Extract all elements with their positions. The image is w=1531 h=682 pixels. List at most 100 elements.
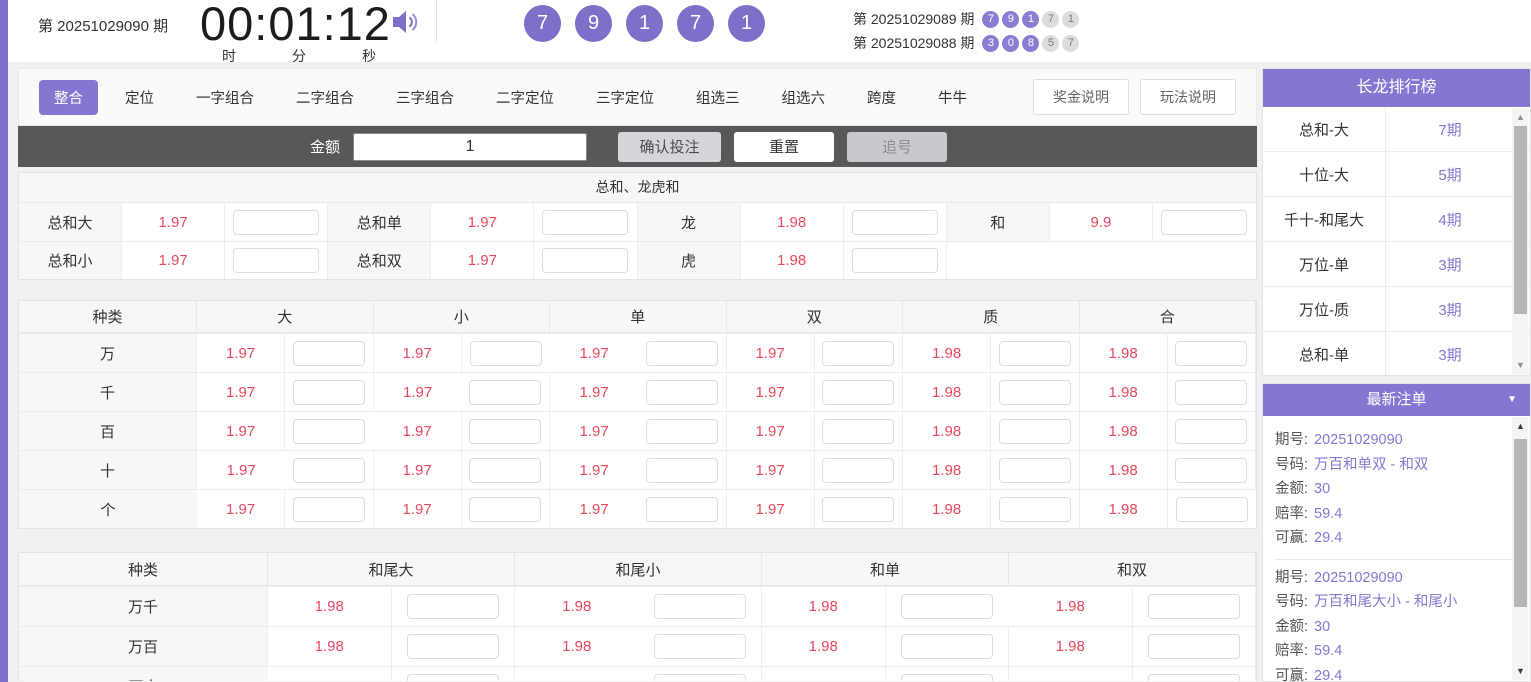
bet-input[interactable] xyxy=(233,248,319,273)
tab-4[interactable]: 三字组合 xyxy=(381,80,469,115)
bet-input[interactable] xyxy=(654,594,746,619)
bet-input[interactable] xyxy=(901,594,993,619)
bet-input[interactable] xyxy=(822,380,894,405)
bet-input[interactable] xyxy=(1161,210,1247,235)
dragon-list: 总和-大7期十位-大5期千十-和尾大4期万位-单3期万位-质3期总和-单3期 xyxy=(1263,107,1530,376)
dragon-panel-title: 长龙排行榜 xyxy=(1263,69,1530,107)
odds-value: 1.97 xyxy=(197,411,285,450)
odds-value: 1.98 xyxy=(268,586,392,626)
scroll-up-icon[interactable]: ▲ xyxy=(1512,421,1529,431)
bet-input[interactable] xyxy=(822,458,894,483)
order-field-value: 30 xyxy=(1314,619,1330,635)
bet-input[interactable] xyxy=(1148,594,1240,619)
reset-button[interactable]: 重置 xyxy=(734,132,834,162)
bet-input[interactable] xyxy=(407,594,499,619)
speaker-icon[interactable] xyxy=(392,9,420,35)
tab-1[interactable]: 定位 xyxy=(110,80,169,115)
odds-value: 1.98 xyxy=(741,241,844,279)
bet-input[interactable] xyxy=(646,419,718,444)
bet-input[interactable] xyxy=(646,458,718,483)
odds-value: 1.98 xyxy=(903,489,991,528)
bet-input-cell xyxy=(886,666,1010,681)
amount-input[interactable] xyxy=(353,133,587,161)
bet-input[interactable] xyxy=(999,458,1071,483)
odds-value: 1.97 xyxy=(374,333,462,372)
bet-input[interactable] xyxy=(1176,497,1248,522)
bet-input[interactable] xyxy=(646,497,718,522)
tab-9[interactable]: 跨度 xyxy=(852,80,911,115)
confirm-bet-button[interactable]: 确认投注 xyxy=(618,132,721,162)
rules-info-button[interactable]: 玩法说明 xyxy=(1140,79,1236,115)
bet-input[interactable] xyxy=(1175,380,1247,405)
prize-info-button[interactable]: 奖金说明 xyxy=(1033,79,1129,115)
odds-value: 1.98 xyxy=(762,666,886,681)
tab-8[interactable]: 组选六 xyxy=(767,80,841,115)
chase-number-button[interactable]: 追号 xyxy=(847,132,947,162)
bet-input[interactable] xyxy=(999,497,1071,522)
bet-input[interactable] xyxy=(646,380,718,405)
tab-2[interactable]: 一字组合 xyxy=(181,80,269,115)
bet-input[interactable] xyxy=(646,341,718,366)
tab-10[interactable]: 牛牛 xyxy=(923,80,982,115)
tab-7[interactable]: 组选三 xyxy=(681,80,755,115)
bet-input[interactable] xyxy=(1148,674,1240,681)
bet-input[interactable] xyxy=(542,210,628,235)
bet-input[interactable] xyxy=(293,380,365,405)
bet-input[interactable] xyxy=(469,419,541,444)
bet-input[interactable] xyxy=(469,380,541,405)
bet-input[interactable] xyxy=(999,419,1071,444)
bet-input[interactable] xyxy=(1175,419,1247,444)
tab-3[interactable]: 二字组合 xyxy=(281,80,369,115)
bet-input-cell xyxy=(844,241,947,279)
dragon-count: 4期 xyxy=(1386,197,1530,241)
scrollbar-thumb[interactable] xyxy=(1514,126,1527,314)
bet-input[interactable] xyxy=(469,458,541,483)
history-ball: 7 xyxy=(1062,35,1079,52)
tab-0[interactable]: 整合 xyxy=(39,80,98,115)
tab-5[interactable]: 二字定位 xyxy=(481,80,569,115)
bet-input[interactable] xyxy=(1175,458,1247,483)
bet-input-cell xyxy=(285,411,373,450)
bet-input[interactable] xyxy=(542,248,628,273)
bet-input[interactable] xyxy=(999,380,1071,405)
dragon-scrollbar[interactable]: ▲ ▼ xyxy=(1512,108,1529,374)
history-ball: 1 xyxy=(1062,11,1079,28)
bet-input[interactable] xyxy=(470,341,542,366)
order-field-value: 30 xyxy=(1314,481,1330,497)
bet-input[interactable] xyxy=(293,341,365,366)
tab-6[interactable]: 三字定位 xyxy=(581,80,669,115)
odds-value: 1.98 xyxy=(268,666,392,681)
bet-input[interactable] xyxy=(1175,341,1247,366)
position-grid: 种类大小单双质合万1.971.971.971.971.981.98千1.971.… xyxy=(19,301,1256,528)
empty-cell xyxy=(1050,241,1153,279)
bet-input[interactable] xyxy=(822,419,894,444)
bet-type-label: 和 xyxy=(947,203,1050,241)
column-header: 双 xyxy=(727,301,904,333)
scroll-up-icon[interactable]: ▲ xyxy=(1512,112,1529,122)
bet-input[interactable] xyxy=(822,341,894,366)
bet-input[interactable] xyxy=(293,458,365,483)
bet-input[interactable] xyxy=(999,341,1071,366)
odds-value: 1.98 xyxy=(1080,411,1168,450)
bet-input[interactable] xyxy=(407,674,499,681)
bet-input[interactable] xyxy=(901,674,993,681)
bet-input[interactable] xyxy=(852,248,938,273)
bet-input[interactable] xyxy=(469,497,541,522)
bet-input[interactable] xyxy=(852,210,938,235)
orders-scrollbar[interactable]: ▲ ▼ xyxy=(1512,417,1529,680)
caret-down-icon[interactable]: ▼ xyxy=(1507,384,1517,416)
bet-input-cell xyxy=(815,450,903,489)
bet-input[interactable] xyxy=(293,497,365,522)
bet-input[interactable] xyxy=(901,634,993,659)
odds-value: 1.97 xyxy=(550,333,638,372)
scroll-down-icon[interactable]: ▼ xyxy=(1512,360,1529,370)
bet-input[interactable] xyxy=(1148,634,1240,659)
bet-input[interactable] xyxy=(654,634,746,659)
bet-input[interactable] xyxy=(293,419,365,444)
bet-input[interactable] xyxy=(233,210,319,235)
bet-input[interactable] xyxy=(407,634,499,659)
bet-input[interactable] xyxy=(654,674,746,681)
scroll-down-icon[interactable]: ▼ xyxy=(1512,666,1529,676)
scrollbar-thumb[interactable] xyxy=(1514,439,1527,607)
bet-input[interactable] xyxy=(822,497,894,522)
